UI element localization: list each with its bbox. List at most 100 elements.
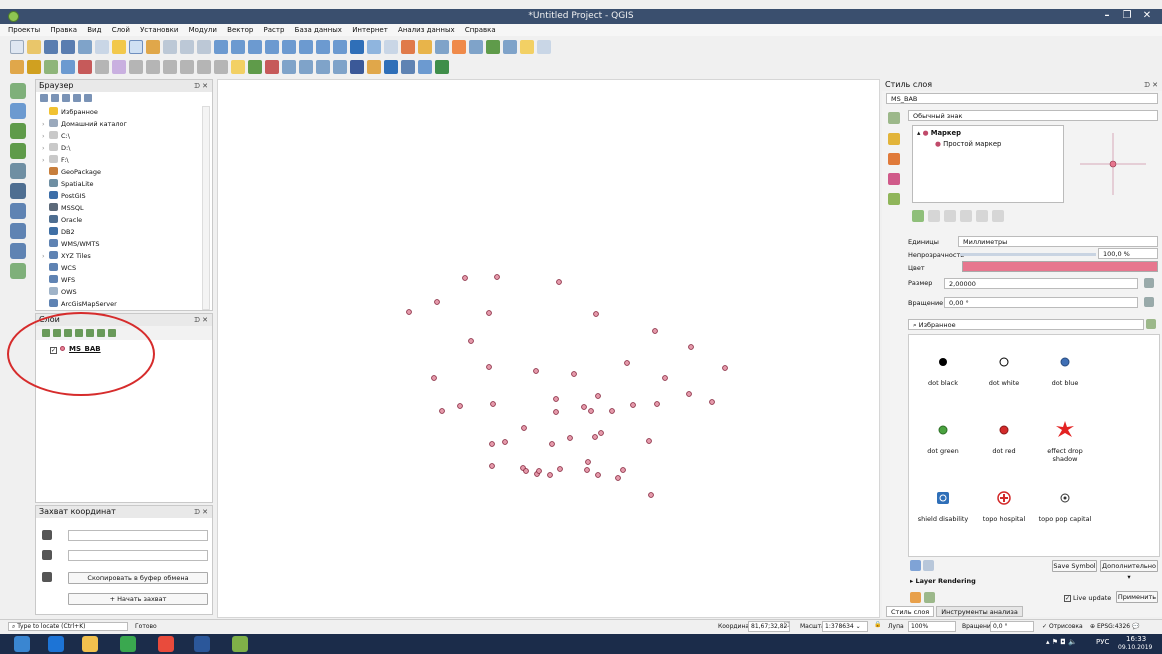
lock-scale-icon[interactable]: 🔒 (874, 621, 881, 628)
map-point[interactable] (557, 466, 563, 472)
units-select[interactable]: Миллиметры (958, 236, 1158, 247)
symbol-item[interactable]: dot white (973, 351, 1035, 387)
browser-item[interactable]: PostGIS (36, 190, 206, 202)
label-icon[interactable] (231, 60, 245, 74)
menu-layer[interactable]: Слой (112, 24, 130, 36)
layout-manager-icon[interactable] (95, 40, 109, 54)
menu-database[interactable]: База данных (295, 24, 342, 36)
symbol-item[interactable]: shield disability (912, 487, 974, 523)
data-defined-rotation-icon[interactable] (1144, 297, 1154, 307)
delete-selected-icon[interactable] (129, 60, 143, 74)
processing-toolbox-icon[interactable] (384, 60, 398, 74)
map-point[interactable] (615, 475, 621, 481)
browser-item[interactable]: › C:\ (36, 130, 206, 142)
symbol-item[interactable]: dot red (973, 419, 1035, 455)
map-point[interactable] (585, 459, 591, 465)
plugin-icon[interactable] (367, 60, 381, 74)
add-selected-icon[interactable] (40, 94, 48, 102)
menu-plugins[interactable]: Модули (189, 24, 217, 36)
browser-item[interactable]: › XYZ Tiles (36, 250, 206, 262)
menu-raster[interactable]: Растр (264, 24, 285, 36)
map-point[interactable] (547, 472, 553, 478)
map-point[interactable] (662, 375, 668, 381)
icon-view-icon[interactable] (910, 560, 921, 571)
crs-button[interactable]: ⊕ EPSG:4326 (1090, 623, 1130, 630)
labels-tab-icon[interactable] (888, 133, 900, 145)
live-update-checkbox[interactable]: ✓ Live update (1064, 594, 1111, 602)
map-point[interactable] (620, 467, 626, 473)
style-manager-icon[interactable] (112, 40, 126, 54)
new-map-view-icon[interactable] (316, 40, 330, 54)
expand-arrow-icon[interactable]: › (42, 142, 49, 154)
magnifier-spinbox[interactable]: 100% (908, 621, 956, 632)
map-point[interactable] (521, 425, 527, 431)
browser-item[interactable]: Избранное (36, 106, 206, 118)
browser-item[interactable]: WCS (36, 262, 206, 274)
select-feature-icon[interactable] (401, 40, 415, 54)
save-project-icon[interactable] (44, 40, 58, 54)
new-layer-icon[interactable] (10, 263, 26, 279)
map-point[interactable] (624, 360, 630, 366)
new-print-layout-icon[interactable] (78, 40, 92, 54)
new-project-icon[interactable] (10, 40, 24, 54)
zoom-native-icon[interactable] (265, 40, 279, 54)
tab-processing-toolbox[interactable]: Инструменты анализа (936, 606, 1023, 617)
crosshair-icon[interactable] (42, 530, 52, 540)
layer-rendering-toggle[interactable]: ▸ Layer Rendering (910, 577, 976, 585)
label-show-icon[interactable] (265, 60, 279, 74)
paste-features-icon[interactable] (180, 60, 194, 74)
tree-simple-marker-row[interactable]: ● Простой маркер (935, 140, 1001, 148)
add-spatialite-icon[interactable] (10, 143, 26, 159)
opacity-slider[interactable] (960, 253, 1096, 256)
add-oracle-icon[interactable] (10, 183, 26, 199)
statistics-icon[interactable] (452, 40, 466, 54)
move-up-icon[interactable] (976, 210, 988, 222)
redo-icon[interactable] (214, 60, 228, 74)
symbol-item[interactable]: topo pop capital (1034, 487, 1096, 523)
store-icon[interactable] (120, 636, 136, 652)
expand-arrow-icon[interactable]: › (42, 118, 49, 130)
panel-close-icon[interactable]: ᗪ ✕ (1144, 79, 1158, 91)
map-point[interactable] (584, 467, 590, 473)
zoom-in-icon[interactable] (163, 40, 177, 54)
map-point[interactable] (457, 403, 463, 409)
browser-item[interactable]: WMS/WMTS (36, 238, 206, 250)
label-move-icon[interactable] (282, 60, 296, 74)
map-point[interactable] (598, 430, 604, 436)
menu-help[interactable]: Справка (465, 24, 496, 36)
lock-layer-icon[interactable] (944, 210, 956, 222)
language-indicator[interactable]: РУС (1096, 638, 1109, 646)
save-edits-icon[interactable] (44, 60, 58, 74)
map-tips-icon[interactable] (503, 40, 517, 54)
panel-close-icon[interactable]: ᗪ ✕ (194, 80, 208, 92)
cut-features-icon[interactable] (146, 60, 160, 74)
add-symbol-layer-icon[interactable] (912, 210, 924, 222)
map-point[interactable] (489, 441, 495, 447)
add-raster-icon[interactable] (10, 103, 26, 119)
map-point[interactable] (595, 393, 601, 399)
browser-item[interactable]: OWS (36, 286, 206, 298)
render-toggle[interactable]: ✓ Отрисовка (1042, 623, 1083, 630)
crs-icon[interactable] (42, 572, 52, 582)
locator-input[interactable]: ⌕ Type to locate (Ctrl+K) (8, 622, 128, 631)
browser-item[interactable]: › Домашний каталог (36, 118, 206, 130)
measure-icon[interactable] (469, 40, 483, 54)
rotation-status-spinbox[interactable]: 0,0 ° (990, 621, 1034, 632)
map-point[interactable] (490, 401, 496, 407)
add-mssql-icon[interactable] (10, 163, 26, 179)
map-point[interactable] (688, 344, 694, 350)
duplicate-layer-icon[interactable] (960, 210, 972, 222)
map-point[interactable] (549, 441, 555, 447)
internet-explorer-icon[interactable] (48, 636, 64, 652)
add-postgis-icon[interactable] (10, 123, 26, 139)
map-point[interactable] (686, 391, 692, 397)
add-wfs-icon[interactable] (10, 243, 26, 259)
georeferencer-icon[interactable] (401, 60, 415, 74)
diagrams-tab-icon[interactable] (888, 173, 900, 185)
digitize-icon[interactable] (10, 60, 24, 74)
tab-layer-styling[interactable]: Стиль слоя (886, 606, 935, 617)
symbol-item[interactable]: dot black (912, 351, 974, 387)
redo-style-icon[interactable] (924, 592, 935, 603)
expand-arrow-icon[interactable]: › (42, 250, 49, 262)
browser-item[interactable]: Oracle (36, 214, 206, 226)
